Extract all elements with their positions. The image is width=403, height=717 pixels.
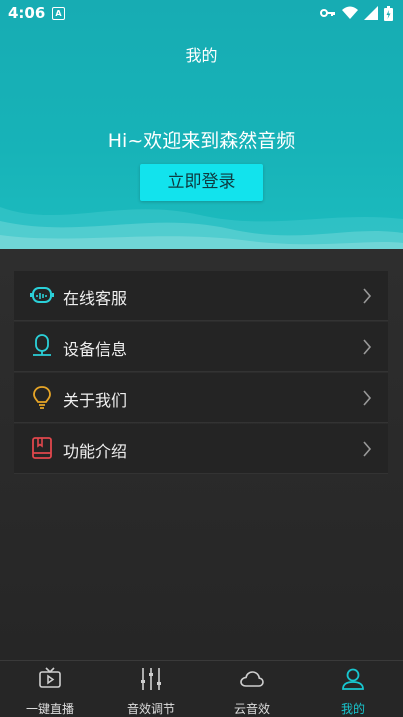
robot-icon [30, 287, 54, 303]
battery-icon [384, 5, 393, 21]
chevron-right-icon [363, 339, 372, 355]
profile-header: 4:06 A 我的 Hi~欢迎来到森然音频 立即登录 [0, 0, 403, 249]
signal-icon [364, 6, 378, 20]
menu-item-about-us[interactable]: 关于我们 [14, 373, 388, 423]
microphone-icon [33, 334, 51, 356]
page-title: 我的 [185, 46, 218, 65]
settings-menu: 在线客服 设备信息 关于我们 功能介绍 [14, 271, 388, 475]
tv-play-icon [39, 667, 61, 688]
chevron-right-icon [363, 390, 372, 406]
menu-item-label: 设备信息 [63, 340, 128, 359]
chevron-right-icon [363, 288, 372, 304]
menu-item-label: 在线客服 [63, 289, 128, 308]
sliders-icon [141, 668, 161, 690]
wifi-icon [342, 6, 358, 19]
tab-sound-adjust[interactable]: 音效调节 [101, 661, 201, 717]
chevron-right-icon [363, 441, 372, 457]
notification-a-icon: A [52, 7, 65, 20]
login-button[interactable]: 立即登录 [140, 164, 263, 201]
menu-item-label: 功能介绍 [63, 442, 128, 461]
menu-item-device-info[interactable]: 设备信息 [14, 322, 388, 372]
status-icons [320, 5, 393, 21]
menu-item-label: 关于我们 [63, 391, 128, 410]
menu-item-online-service[interactable]: 在线客服 [14, 271, 388, 321]
lightbulb-icon [33, 386, 51, 409]
cloud-icon [240, 671, 264, 687]
tab-label: 云音效 [233, 702, 270, 716]
person-icon [342, 668, 364, 690]
tab-label: 一键直播 [25, 702, 74, 716]
key-icon [320, 9, 335, 17]
tab-label: 我的 [340, 702, 365, 716]
book-icon [32, 437, 52, 459]
status-bar: 4:06 A [0, 0, 403, 26]
tab-label: 音效调节 [126, 702, 175, 716]
tab-mine[interactable]: 我的 [303, 661, 403, 717]
menu-item-feature-intro[interactable]: 功能介绍 [14, 424, 388, 474]
content-area: 在线客服 设备信息 关于我们 功能介绍 [0, 249, 403, 660]
welcome-text: Hi~欢迎来到森然音频 [107, 130, 296, 152]
tab-live[interactable]: 一键直播 [0, 661, 100, 717]
bottom-tab-bar: 一键直播 音效调节 云音效 我的 [0, 660, 403, 717]
tab-cloud-effects[interactable]: 云音效 [202, 661, 302, 717]
status-time: 4:06 [8, 4, 46, 22]
